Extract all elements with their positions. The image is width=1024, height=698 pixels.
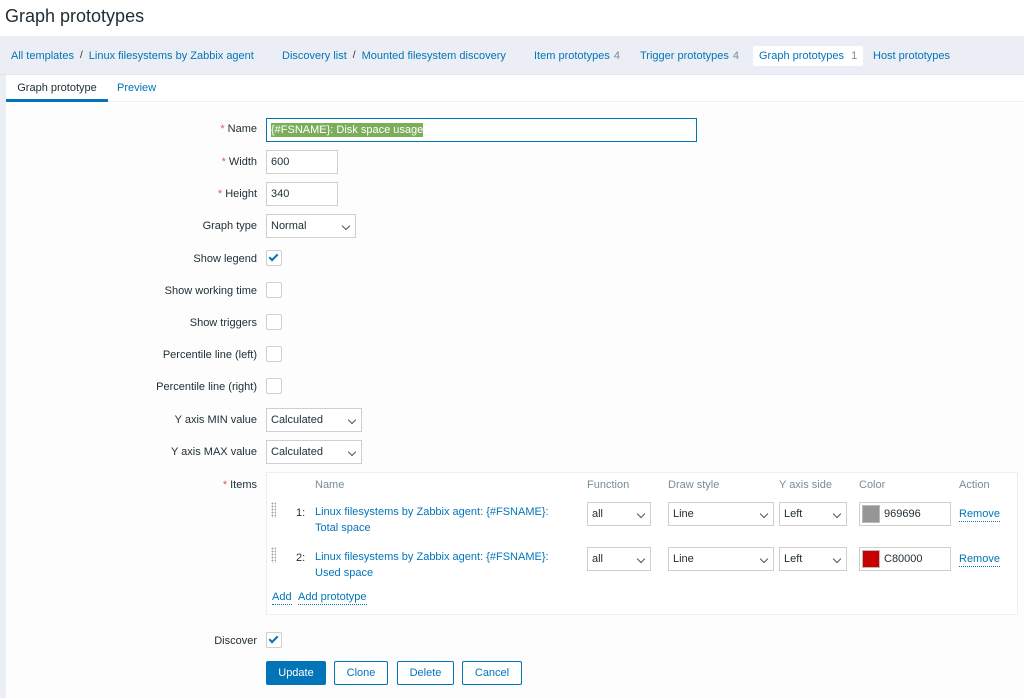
height-label: * Height [217, 188, 257, 200]
y-axis-side-select[interactable]: Left [779, 502, 847, 526]
host-prototypes-link[interactable]: Host prototypes [873, 50, 950, 62]
remove-button[interactable]: Remove [959, 507, 1000, 522]
chevron-down-icon [347, 447, 357, 457]
item-prototypes-count: 4 [613, 49, 620, 62]
width-input[interactable]: 600 [266, 150, 338, 174]
name-label: * Name [220, 123, 257, 135]
percentile-right-checkbox[interactable] [266, 378, 282, 394]
breadcrumb-all-templates[interactable]: All templates [11, 50, 74, 62]
tab-graph-prototype[interactable]: Graph prototype [6, 75, 108, 102]
breadcrumb-discovery: Discovery list / Mounted filesystem disc… [282, 36, 506, 75]
breadcrumb-separator: / [352, 50, 356, 61]
graph-prototypes-count: 1 [851, 49, 858, 62]
items-table: Name Function Draw style Y axis side Col… [266, 472, 1018, 615]
checkmark-icon [268, 633, 279, 644]
column-header-action: Action [959, 479, 990, 491]
chevron-down-icon [347, 415, 357, 425]
y-axis-side-select[interactable]: Left [779, 547, 847, 571]
percentile-left-checkbox[interactable] [266, 346, 282, 362]
clone-button[interactable]: Clone [334, 661, 388, 685]
item-name-link[interactable]: Linux filesystems by Zabbix agent: {#FSN… [315, 549, 549, 581]
nav-graph-prototypes[interactable]: Graph prototypes 1 [753, 36, 864, 75]
y-axis-max-select[interactable]: Calculated [266, 440, 362, 464]
discover-checkbox[interactable] [266, 632, 282, 648]
drag-handle-icon[interactable] [271, 547, 276, 563]
update-button[interactable]: Update [266, 661, 326, 685]
remove-button[interactable]: Remove [959, 552, 1000, 567]
chevron-down-icon [759, 554, 769, 564]
show-triggers-checkbox[interactable] [266, 314, 282, 330]
chevron-down-icon [832, 554, 842, 564]
tab-preview[interactable]: Preview [117, 75, 156, 102]
content-panel: Graph prototype Preview * Name {#FSNAME}:… [6, 75, 1024, 698]
add-item-button[interactable]: Add [272, 590, 292, 605]
y-axis-max-label: Y axis MAX value [170, 446, 257, 458]
graph-prototypes-active[interactable]: Graph prototypes 1 [753, 45, 864, 66]
breadcrumb-template-name[interactable]: Linux filesystems by Zabbix agent [89, 50, 254, 62]
color-picker[interactable]: C80000 [859, 547, 951, 571]
trigger-prototypes-link[interactable]: Trigger prototypes [640, 50, 729, 62]
column-header-color: Color [859, 479, 886, 491]
show-working-time-checkbox[interactable] [266, 282, 282, 298]
cancel-button[interactable]: Cancel [462, 661, 522, 685]
discover-label: Discover [214, 635, 257, 647]
y-axis-min-label: Y axis MIN value [174, 414, 257, 426]
page-title: Graph prototypes [5, 6, 145, 26]
function-select[interactable]: all [587, 502, 651, 526]
percentile-left-label: Percentile line (left) [162, 349, 257, 361]
breadcrumb-separator: / [79, 50, 83, 61]
color-swatch[interactable] [862, 550, 880, 568]
item-name-link[interactable]: Linux filesystems by Zabbix agent: {#FSN… [315, 504, 549, 536]
color-value[interactable]: 969696 [884, 508, 921, 520]
column-header-function: Function [587, 479, 630, 491]
width-label: * Width [221, 156, 257, 168]
trigger-prototypes-count: 4 [732, 49, 739, 62]
show-working-time-label: Show working time [164, 285, 257, 297]
page-header: Graph prototypes [0, 0, 1024, 36]
height-input[interactable]: 340 [266, 182, 338, 206]
item-prototypes-link[interactable]: Item prototypes [534, 50, 610, 62]
show-legend-checkbox[interactable] [266, 250, 282, 266]
graph-type-select[interactable]: Normal [266, 214, 356, 238]
tab-bar: Graph prototype Preview [6, 75, 1024, 102]
draw-style-select[interactable]: Line [668, 547, 774, 571]
color-picker[interactable]: 969696 [859, 502, 951, 526]
nav-trigger-prototypes[interactable]: Trigger prototypes 4 [640, 36, 739, 75]
column-header-name: Name [315, 479, 345, 491]
breadcrumb-discovery-rule[interactable]: Mounted filesystem discovery [362, 50, 506, 62]
function-select[interactable]: all [587, 547, 651, 571]
items-label: * Items [222, 479, 257, 491]
drag-handle-icon[interactable] [271, 502, 276, 518]
graph-prototypes-link[interactable]: Graph prototypes [759, 50, 844, 62]
color-swatch[interactable] [862, 505, 880, 523]
row-number: 1: [296, 507, 306, 519]
chevron-down-icon [636, 509, 646, 519]
breadcrumb-bar: All templates / Linux filesystems by Zab… [0, 36, 1024, 75]
delete-button[interactable]: Delete [397, 661, 454, 685]
y-axis-min-select[interactable]: Calculated [266, 408, 362, 432]
nav-item-prototypes[interactable]: Item prototypes 4 [534, 36, 620, 75]
graph-prototype-form: * Name {#FSNAME}: Disk space usage * Width… [6, 103, 1024, 698]
percentile-right-label: Percentile line (right) [156, 381, 257, 393]
name-input[interactable]: {#FSNAME}: Disk space usage [266, 118, 697, 142]
color-value[interactable]: C80000 [884, 553, 923, 565]
breadcrumb-template: All templates / Linux filesystems by Zab… [11, 36, 254, 75]
chevron-down-icon [759, 509, 769, 519]
column-header-y-axis-side: Y axis side [779, 479, 832, 491]
checkmark-icon [268, 251, 279, 262]
column-header-draw-style: Draw style [668, 479, 720, 491]
draw-style-select[interactable]: Line [668, 502, 774, 526]
show-triggers-label: Show triggers [189, 317, 257, 329]
chevron-down-icon [341, 221, 351, 231]
show-legend-label: Show legend [193, 253, 257, 265]
graph-type-label: Graph type [202, 220, 257, 232]
breadcrumb-discovery-list[interactable]: Discovery list [282, 50, 347, 62]
row-number: 2: [296, 552, 306, 564]
nav-host-prototypes[interactable]: Host prototypes [873, 36, 950, 75]
chevron-down-icon [832, 509, 842, 519]
add-prototype-button[interactable]: Add prototype [298, 590, 367, 605]
chevron-down-icon [636, 554, 646, 564]
